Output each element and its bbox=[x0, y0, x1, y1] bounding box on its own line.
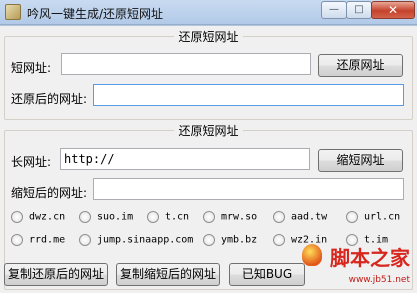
watermark-logo-icon bbox=[302, 244, 322, 266]
short-url-input[interactable] bbox=[61, 53, 311, 75]
window-title: 吟风一键生成/还原短网址 bbox=[27, 7, 164, 21]
long-url-label: 长网址: bbox=[11, 155, 52, 169]
service-radio-suo[interactable]: suo.im bbox=[79, 211, 133, 227]
service-radio-mrw[interactable]: mrw.so bbox=[203, 211, 257, 227]
service-radio-urlcn[interactable]: url.cn bbox=[346, 211, 400, 227]
restore-group: 还原短网址 短网址: 还原网址 还原后的网址: bbox=[4, 30, 413, 120]
long-url-input[interactable]: http:// bbox=[60, 148, 310, 170]
radio-circle-icon bbox=[79, 234, 91, 246]
known-bug-button[interactable]: 已知BUG bbox=[229, 263, 305, 286]
watermark-main-text: 脚本之家 bbox=[330, 246, 410, 270]
copy-restored-url-button[interactable]: 复制还原后的网址 bbox=[4, 263, 108, 286]
shortened-url-label: 缩短后的网址: bbox=[11, 186, 88, 200]
radio-circle-icon bbox=[273, 234, 285, 246]
minimize-button[interactable]: — bbox=[321, 1, 347, 19]
service-radio-ymb[interactable]: ymb.bz bbox=[203, 234, 257, 250]
close-button[interactable]: ✕ bbox=[371, 1, 415, 19]
service-radio-rrd[interactable]: rrd.me bbox=[11, 234, 65, 250]
radio-circle-icon bbox=[346, 211, 358, 223]
radio-circle-icon bbox=[203, 211, 215, 223]
maximize-button[interactable]: □ bbox=[346, 1, 372, 19]
service-radio-tcn[interactable]: t.cn bbox=[147, 211, 189, 227]
shorten-url-button[interactable]: 缩短网址 bbox=[318, 149, 403, 172]
app-icon bbox=[5, 4, 21, 20]
radio-circle-icon bbox=[273, 211, 285, 223]
title-bar: 吟风一键生成/还原短网址 — □ ✕ bbox=[0, 0, 417, 25]
restore-group-legend: 还原短网址 bbox=[174, 30, 243, 44]
radio-circle-icon bbox=[147, 211, 159, 223]
short-url-label: 短网址: bbox=[11, 61, 52, 75]
service-radio-dwz[interactable]: dwz.cn bbox=[11, 211, 65, 227]
site-watermark: 脚本之家 www.jb51.net bbox=[302, 242, 414, 290]
watermark-url-text: www.jb51.net bbox=[348, 275, 410, 285]
restored-url-field[interactable] bbox=[93, 84, 404, 106]
copy-shortened-url-button[interactable]: 复制缩短后的网址 bbox=[116, 263, 220, 286]
service-radio-aad[interactable]: aad.tw bbox=[273, 211, 327, 227]
radio-circle-icon bbox=[79, 211, 91, 223]
restore-url-button[interactable]: 还原网址 bbox=[318, 54, 403, 77]
radio-circle-icon bbox=[11, 211, 23, 223]
service-radio-jump[interactable]: jump.sinaapp.com bbox=[79, 234, 193, 250]
shorten-group-legend: 还原短网址 bbox=[174, 124, 243, 138]
radio-circle-icon bbox=[11, 234, 23, 246]
shortened-url-field[interactable] bbox=[93, 178, 404, 200]
restored-url-label: 还原后的网址: bbox=[11, 92, 88, 106]
radio-circle-icon bbox=[203, 234, 215, 246]
